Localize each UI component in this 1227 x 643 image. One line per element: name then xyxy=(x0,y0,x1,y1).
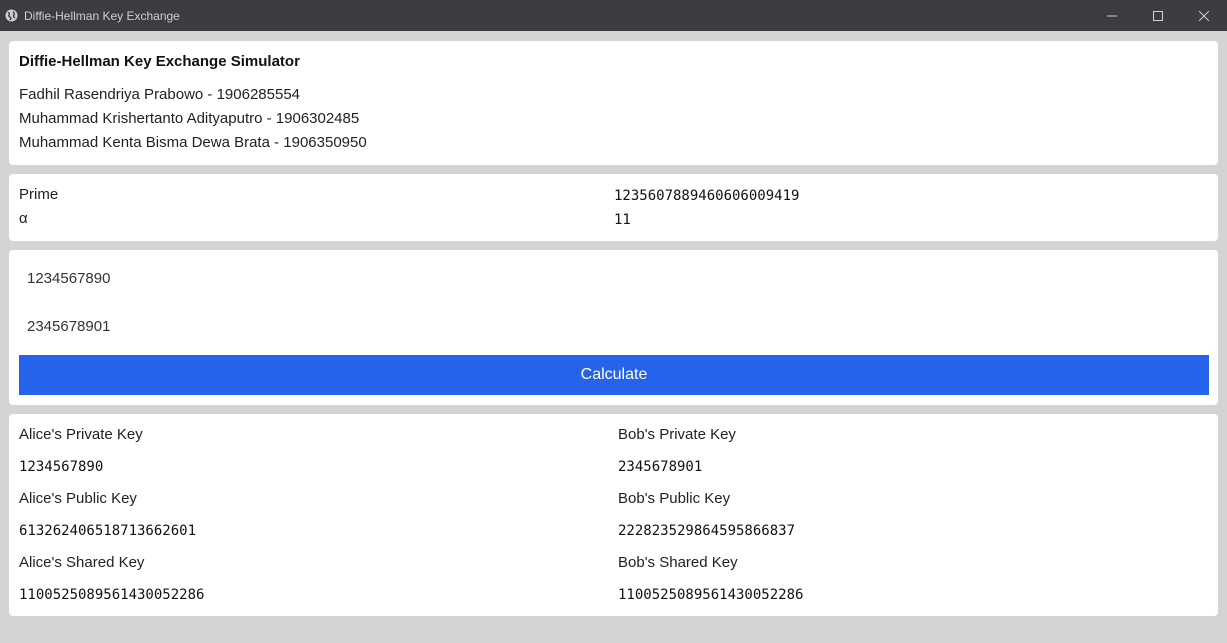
window-title: Diffie-Hellman Key Exchange xyxy=(24,8,180,23)
parameters-card: Prime 1235607889460606009419 α 11 xyxy=(9,174,1218,241)
bob-shared-key-value: 1100525089561430052286 xyxy=(618,587,804,603)
bob-private-key-value: 2345678901 xyxy=(618,459,703,475)
minimize-icon[interactable] xyxy=(1089,0,1135,31)
author-line: Fadhil Rasendriya Prabowo - 1906285554 xyxy=(19,86,301,103)
alice-shared-key-value: 1100525089561430052286 xyxy=(19,587,205,603)
globe-icon xyxy=(4,9,18,23)
alice-private-key-input[interactable] xyxy=(19,258,1209,298)
author-line: Muhammad Krishertanto Adityaputro - 1906… xyxy=(19,110,360,127)
calculate-button[interactable]: Calculate xyxy=(19,355,1209,395)
alice-private-key-value: 1234567890 xyxy=(19,459,104,475)
results-card: Alice's Private Key 1234567890 Alice's P… xyxy=(9,414,1218,616)
input-card: Calculate xyxy=(9,250,1218,405)
bob-public-key-label: Bob's Public Key xyxy=(618,490,731,507)
alice-public-key-label: Alice's Public Key xyxy=(19,490,137,507)
prime-label: Prime xyxy=(19,186,59,203)
bob-private-key-label: Bob's Private Key xyxy=(618,426,736,443)
alpha-label: α xyxy=(19,210,28,227)
page-title: Diffie-Hellman Key Exchange Simulator xyxy=(19,53,300,70)
window-titlebar[interactable]: Diffie-Hellman Key Exchange xyxy=(0,0,1227,31)
alice-shared-key-label: Alice's Shared Key xyxy=(19,554,145,571)
prime-value: 1235607889460606009419 xyxy=(614,188,800,204)
header-card: Diffie-Hellman Key Exchange Simulator Fa… xyxy=(9,41,1218,165)
alpha-value: 11 xyxy=(614,212,631,228)
bob-private-key-input[interactable] xyxy=(19,306,1209,346)
maximize-icon[interactable] xyxy=(1135,0,1181,31)
bob-public-key-value: 222823529864595866837 xyxy=(618,523,796,539)
alice-public-key-value: 613262406518713662601 xyxy=(19,523,197,539)
alice-private-key-label: Alice's Private Key xyxy=(19,426,143,443)
author-line: Muhammad Kenta Bisma Dewa Brata - 190635… xyxy=(19,134,367,151)
bob-shared-key-label: Bob's Shared Key xyxy=(618,554,738,571)
window-controls xyxy=(1089,0,1227,31)
close-icon[interactable] xyxy=(1181,0,1227,31)
